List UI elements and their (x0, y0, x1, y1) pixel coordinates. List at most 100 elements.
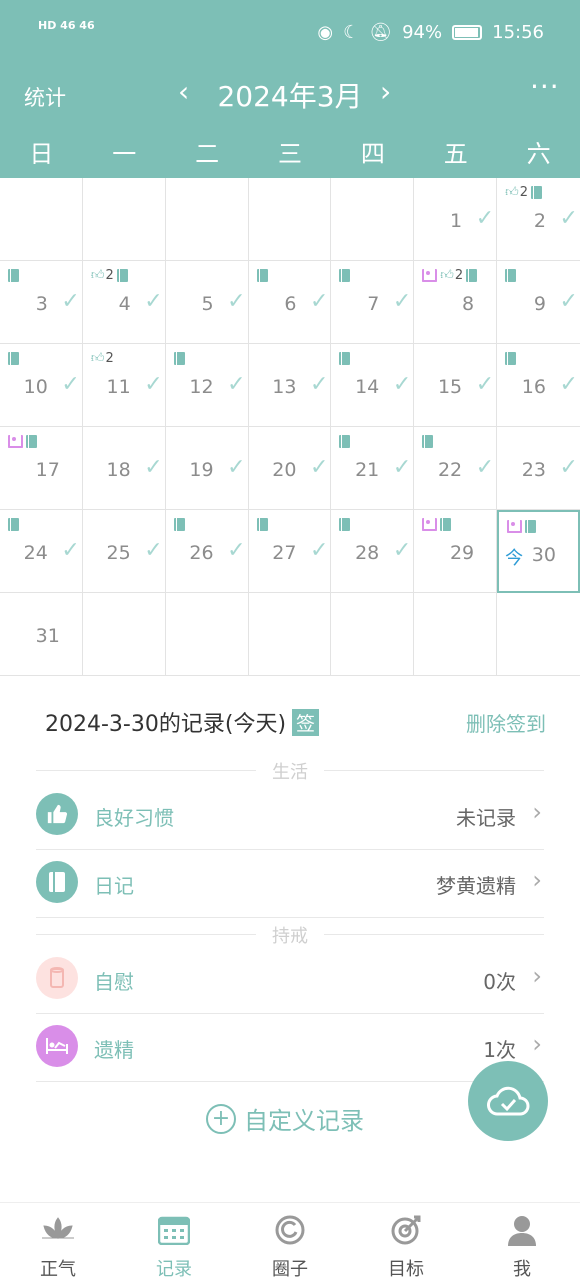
calendar-day[interactable]: 👍︎ 2 4 ✓ (82, 261, 166, 344)
check-icon: ✓ (144, 372, 163, 397)
battery-percent: 94% (402, 22, 443, 43)
calendar-day[interactable]: 28 ✓ (331, 510, 415, 593)
day-indicators (422, 433, 434, 449)
chevron-right-icon: › (532, 1030, 542, 1058)
calendar-day[interactable]: 21 ✓ (331, 427, 415, 510)
day-number: 7 (367, 293, 380, 315)
target-icon (388, 1213, 424, 1247)
calendar-day[interactable]: 16 ✓ (497, 344, 580, 427)
diary-icon (531, 185, 543, 199)
delete-sign-button[interactable]: 删除签到 (466, 708, 546, 737)
record-label: 良好习惯 (94, 806, 174, 830)
calendar-day[interactable]: 14 ✓ (331, 344, 415, 427)
bed-icon (8, 434, 23, 448)
day-number: 8 (462, 293, 475, 315)
calendar-icon (156, 1213, 192, 1247)
tab-records[interactable]: 记录 (116, 1203, 232, 1282)
calendar-day[interactable]: 23 ✓ (497, 427, 580, 510)
record-row-emission[interactable]: 遗精 1次 › (36, 1014, 544, 1082)
weekday-label: 五 (443, 140, 468, 168)
calendar-empty-cell (82, 178, 166, 261)
record-row-masturbation[interactable]: 自慰 0次 › (36, 946, 544, 1014)
network-text: HD 46 46 (38, 19, 95, 32)
day-indicators (505, 350, 517, 366)
check-icon: ✓ (61, 372, 80, 397)
calendar-day[interactable]: 26 ✓ (165, 510, 249, 593)
record-row-diary[interactable]: 日记 梦黄遗精 › (36, 850, 544, 918)
calendar-day[interactable]: 10 ✓ (0, 344, 83, 427)
cloud-sync-button[interactable] (468, 1061, 548, 1141)
calendar-day[interactable]: 29 (414, 510, 498, 593)
tab-zhengqi[interactable]: 正气 (0, 1203, 116, 1282)
calendar-day[interactable]: 5 ✓ (165, 261, 249, 344)
section-life: 生活 (36, 758, 544, 784)
calendar-day[interactable]: 15 ✓ (414, 344, 498, 427)
calendar-empty-cell (331, 593, 415, 676)
calendar-day[interactable]: 9 ✓ (497, 261, 580, 344)
check-icon: ✓ (309, 455, 329, 480)
thumbs-up-icon: 👍︎ (90, 267, 105, 283)
lotus-icon (40, 1213, 76, 1247)
diary-icon (422, 434, 434, 448)
day-indicators (173, 350, 185, 366)
day-number: 22 (437, 459, 463, 481)
day-number: 18 (106, 459, 131, 481)
tab-circle[interactable]: 圈子 (232, 1203, 348, 1282)
thumbs-up-icon: 👍︎ (440, 267, 454, 283)
check-icon: ✓ (309, 372, 329, 397)
calendar-day[interactable]: 6 ✓ (248, 261, 332, 344)
calendar-day[interactable]: 22 ✓ (414, 427, 498, 510)
calendar-empty-cell (331, 178, 415, 261)
plus-icon: + (206, 1103, 236, 1134)
calendar-day[interactable]: 👍︎ 2 2 ✓ (497, 178, 580, 261)
weekday-label: 四 (360, 140, 385, 168)
battery-icon (452, 25, 483, 40)
tab-label: 我 (513, 1259, 531, 1280)
check-icon: ✓ (144, 538, 163, 563)
calendar-day[interactable]: 17 (0, 427, 83, 510)
more-icon[interactable]: ··· (530, 70, 560, 103)
record-row-habit[interactable]: 良好习惯 未记录 › (36, 782, 544, 850)
calendar-day[interactable]: 31 (0, 593, 83, 676)
chevron-right-icon[interactable]: › (380, 75, 391, 108)
calendar-day[interactable]: 12 ✓ (165, 344, 249, 427)
record-value: 1次 (483, 1038, 516, 1062)
calendar-day[interactable]: 18 ✓ (82, 427, 166, 510)
check-icon: ✓ (392, 289, 412, 314)
calendar-day[interactable]: 19 ✓ (165, 427, 249, 510)
calendar-day[interactable]: 27 ✓ (248, 510, 332, 593)
tab-goals[interactable]: 目标 (348, 1203, 464, 1282)
like-count: 2 (519, 184, 529, 200)
calendar-empty-cell (0, 178, 83, 261)
calendar-day[interactable]: 3 ✓ (0, 261, 83, 344)
diary-icon (525, 519, 537, 533)
bottom-tab-bar: 正气 记录 圈子 目标 我 (0, 1202, 580, 1282)
calendar-day[interactable]: 今 30 (497, 510, 580, 593)
day-number: 2 (533, 210, 546, 232)
calendar-empty-cell (248, 178, 332, 261)
calendar-empty-cell (82, 593, 166, 676)
user-icon (504, 1213, 540, 1247)
day-number: 14 (355, 376, 380, 398)
tab-me[interactable]: 我 (464, 1203, 580, 1282)
calendar-day[interactable]: 7 ✓ (331, 261, 415, 344)
calendar-day[interactable]: 25 ✓ (82, 510, 166, 593)
day-number: 26 (189, 542, 214, 564)
day-indicators: 👍︎ 2 (505, 184, 543, 200)
check-icon: ✓ (309, 289, 329, 314)
calendar-day[interactable]: 1 ✓ (414, 178, 498, 261)
diary-icon (173, 351, 185, 365)
tab-label: 正气 (40, 1259, 76, 1280)
check-icon: ✓ (227, 538, 246, 563)
add-custom-record-button[interactable]: + 自定义记录 (206, 1101, 364, 1136)
day-number: 24 (23, 542, 48, 564)
calendar-day[interactable]: 20 ✓ (248, 427, 332, 510)
calendar-day[interactable]: 13 ✓ (248, 344, 332, 427)
calendar-day[interactable]: 👍︎ 2 11 ✓ (82, 344, 166, 427)
check-icon: ✓ (475, 372, 495, 397)
check-icon: ✓ (227, 372, 246, 397)
calendar-day[interactable]: 👍︎ 2 8 (414, 261, 498, 344)
calendar-day[interactable]: 24 ✓ (0, 510, 83, 593)
diary-icon (8, 517, 19, 531)
thumbs-up-icon: 👍︎ (90, 350, 105, 366)
